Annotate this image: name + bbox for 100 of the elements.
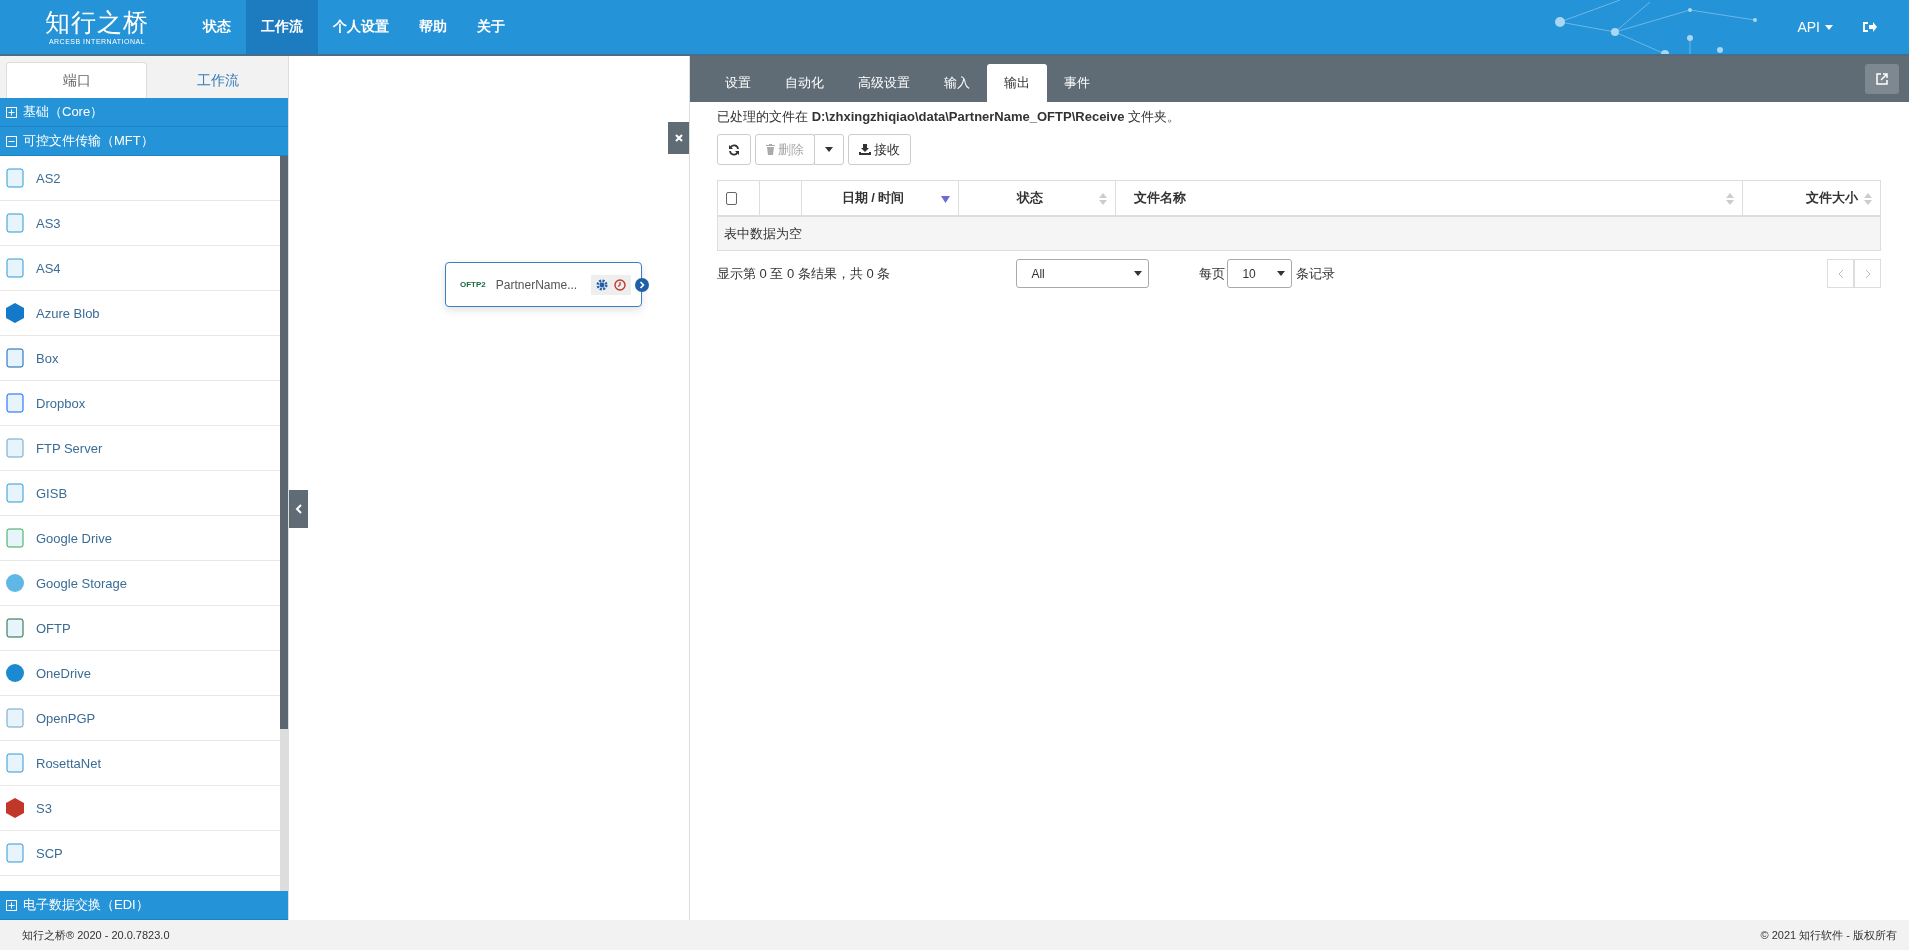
nav-tab[interactable]: 帮助 (404, 0, 462, 54)
connector-label: Google Storage (36, 575, 128, 591)
connector-item[interactable]: Dropbox (0, 381, 280, 426)
panel-tab[interactable]: 输出 (987, 64, 1047, 102)
connector-item[interactable]: OneDrive (0, 651, 280, 696)
connector-label: Azure Blob (36, 305, 100, 321)
page-size-label: 每页 (1199, 264, 1226, 283)
scrollbar[interactable] (280, 156, 288, 891)
connector-icon (4, 572, 26, 594)
connector-icon (4, 752, 26, 774)
output-port-icon[interactable] (635, 277, 649, 292)
external-link-icon (1876, 73, 1888, 85)
connector-item[interactable]: Box (0, 336, 280, 381)
connector-item[interactable]: RosettaNet (0, 741, 280, 786)
connector-icon (4, 707, 26, 729)
connector-item[interactable]: GISB (0, 471, 280, 516)
caret-icon (1134, 271, 1143, 276)
connector-label: OneDrive (36, 665, 91, 681)
connector-icon (4, 842, 26, 864)
empty-message: 表中数据为空 (718, 217, 1880, 250)
expand-icon (6, 899, 17, 911)
connector-label: S3 (36, 800, 52, 816)
connector-label: AS2 (36, 170, 61, 186)
logout-icon[interactable] (1863, 21, 1877, 33)
connector-item[interactable]: AS2 (0, 156, 280, 201)
connector-icon (4, 257, 26, 279)
connector-item[interactable]: Azure Blob (0, 291, 280, 336)
collapse-button[interactable] (289, 490, 308, 528)
connector-label: OpenPGP (36, 710, 96, 726)
connector-item[interactable]: Google Drive (0, 516, 280, 561)
sidebar-tab[interactable]: 工作流 (147, 62, 288, 98)
connector-item[interactable]: OFTP (0, 606, 280, 651)
connector-label: FTP Server (36, 440, 103, 456)
category-header[interactable]: 基础（Core） (0, 98, 288, 127)
nav-tab[interactable]: 状态 (188, 0, 246, 54)
connector-icon (4, 302, 26, 324)
connector-item[interactable]: SCP (0, 831, 280, 876)
download-icon (859, 144, 871, 155)
clock-icon[interactable] (614, 278, 626, 291)
select-all-checkbox[interactable] (726, 191, 737, 205)
nav-tab[interactable]: 工作流 (246, 0, 318, 54)
connector-item[interactable]: FTP Server (0, 426, 280, 471)
chevron-right-icon (1864, 268, 1871, 279)
connector-icon (4, 527, 26, 549)
panel-tab[interactable]: 设置 (708, 64, 768, 102)
settings-icon[interactable] (596, 278, 608, 291)
dropdown-button[interactable] (814, 134, 844, 165)
connector-label: GISB (36, 485, 68, 501)
caret-icon (1825, 24, 1833, 30)
panel-tab[interactable]: 高级设置 (841, 64, 927, 102)
column-header[interactable]: 文件名称 (1116, 181, 1743, 215)
connector-icon (4, 167, 26, 189)
nav-tab[interactable]: 个人设置 (318, 0, 404, 54)
sort-descending-icon[interactable] (941, 193, 950, 203)
connector-label: Google Drive (36, 530, 112, 546)
connector-item[interactable]: OpenPGP (0, 696, 280, 741)
refresh-button[interactable] (717, 134, 751, 165)
receive-button[interactable]: 接收 (848, 134, 911, 165)
connector-item[interactable]: AS3 (0, 201, 280, 246)
connector-label: AS3 (36, 215, 61, 231)
connector-item[interactable]: AS4 (0, 246, 280, 291)
connector-icon (4, 482, 26, 504)
workflow-node[interactable]: OFTP2 PartnerName... (445, 262, 642, 307)
expand-icon (6, 106, 17, 118)
connector-icon (4, 347, 26, 369)
copyright-text: © 2021 知行软件 - 版权所有 (1760, 927, 1897, 943)
category-header[interactable]: 电子数据交换（EDI） (0, 891, 288, 920)
column-header[interactable]: 日期 / 时间 (802, 181, 959, 215)
connector-label: Dropbox (36, 395, 86, 411)
close-icon (674, 134, 683, 142)
trash-icon (766, 144, 775, 155)
chevron-left-icon (295, 504, 302, 514)
close-button[interactable] (668, 122, 689, 154)
connector-icon (4, 437, 26, 459)
panel-tab[interactable]: 事件 (1047, 64, 1107, 102)
category-header[interactable]: 可控文件传输（MFT） (0, 127, 288, 156)
api-menu[interactable]: API (1797, 19, 1833, 35)
column-header[interactable]: 文件大小 (1743, 181, 1880, 215)
refresh-icon (728, 143, 740, 156)
connector-label: Box (36, 350, 59, 366)
path-note: 已处理的文件在 D:\zhxingzhiqiao\data\PartnerName_OFTP\Receive 文件夹。 (717, 108, 1182, 126)
panel-tab[interactable]: 自动化 (768, 64, 841, 102)
connector-item[interactable]: S3 (0, 786, 280, 831)
nav-tab[interactable]: 关于 (462, 0, 520, 54)
page-size-select[interactable]: 10 (1227, 259, 1293, 288)
page-size-suffix: 条记录 (1296, 264, 1336, 283)
column-header[interactable]: 状态 (959, 181, 1116, 215)
caret-icon (1277, 271, 1286, 276)
panel-tab[interactable]: 输入 (927, 64, 987, 102)
connector-icon (4, 392, 26, 414)
connector-icon (4, 797, 26, 819)
protocol-label: OFTP2 (460, 280, 486, 289)
connector-icon (4, 212, 26, 234)
connector-label: RosettaNet (36, 755, 102, 771)
connector-icon (4, 662, 26, 684)
chevron-left-icon (1837, 268, 1844, 279)
connector-item[interactable]: Google Storage (0, 561, 280, 606)
popout-button[interactable] (1865, 64, 1899, 94)
filter-select[interactable]: All (1016, 259, 1150, 288)
sidebar-tab[interactable]: 端口 (6, 62, 147, 98)
